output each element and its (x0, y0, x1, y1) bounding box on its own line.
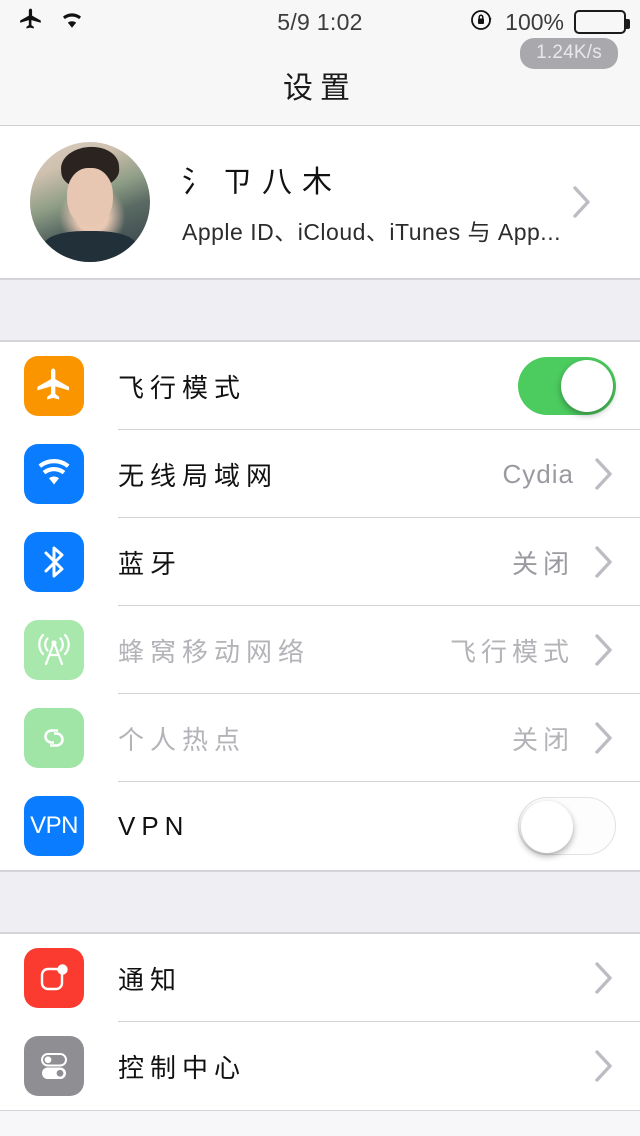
system-section: 通知 控制中心 (0, 933, 640, 1111)
hotspot-icon (24, 708, 84, 768)
wifi-icon (24, 444, 84, 504)
hotspot-label: 个人热点 (118, 724, 247, 755)
profile-subtitle: Apple ID、iCloud、iTunes 与 App... (182, 219, 561, 245)
status-bar: 5/9 1:02 100% 1.24K/s (0, 0, 640, 69)
chevron-right-icon (586, 961, 622, 995)
control_center-label: 控制中心 (118, 1052, 247, 1083)
chevron-right-icon (586, 1049, 622, 1083)
vpn-icon: VPN (24, 796, 84, 856)
settings-row-bluetooth[interactable]: 蓝牙 关闭 (0, 518, 640, 606)
page-title: 设置 (283, 71, 357, 105)
wifi-label: 无线局域网 (118, 460, 279, 491)
bluetooth-label: 蓝牙 (118, 548, 183, 579)
notifications-icon (24, 948, 84, 1008)
airplane-icon (24, 356, 84, 416)
settings-row-vpn[interactable]: VPN VPN (0, 782, 640, 870)
settings-row-airplane_mode[interactable]: 飞行模式 (0, 342, 640, 430)
notifications-label: 通知 (118, 964, 183, 995)
settings-row-hotspot[interactable]: 个人热点 关闭 (0, 694, 640, 782)
settings-row-cellular[interactable]: 蜂窝移动网络 飞行模式 (0, 606, 640, 694)
cellular-icon (24, 620, 84, 680)
chevron-right-icon (586, 721, 622, 755)
settings-row-control_center[interactable]: 控制中心 (0, 1022, 640, 1110)
battery-percent: 100% (505, 8, 564, 35)
chevron-right-icon (564, 185, 600, 219)
chevron-right-icon (586, 633, 622, 667)
profile-name: 氵ㄗ八木 (182, 166, 342, 199)
vpn-toggle[interactable] (518, 797, 616, 855)
bluetooth-icon (24, 532, 84, 592)
cellular-value: 飞行模式 (449, 636, 574, 667)
vpn-label: VPN (118, 810, 190, 841)
apple-id-row[interactable]: 氵ㄗ八木 Apple ID、iCloud、iTunes 与 App... (0, 126, 640, 278)
profile-section: 氵ㄗ八木 Apple ID、iCloud、iTunes 与 App... (0, 126, 640, 279)
user-avatar (30, 142, 150, 262)
settings-row-wifi[interactable]: 无线局域网 Cydia (0, 430, 640, 518)
rotation-lock-icon (469, 7, 495, 38)
control-center-icon (24, 1036, 84, 1096)
section-gap-2 (0, 871, 640, 933)
airplane_mode-label: 飞行模式 (118, 372, 247, 403)
battery-full-icon (574, 10, 630, 34)
airplane_mode-toggle[interactable] (518, 357, 616, 415)
network-speed-badge: 1.24K/s (520, 38, 618, 69)
chevron-right-icon (586, 545, 622, 579)
chevron-right-icon (586, 457, 622, 491)
settings-row-notifications[interactable]: 通知 (0, 934, 640, 1022)
bluetooth-value: 关闭 (511, 548, 574, 579)
section-gap-1 (0, 279, 640, 341)
wifi-value: Cydia (502, 458, 574, 489)
cellular-label: 蜂窝移动网络 (118, 636, 311, 667)
settings-screen: 5/9 1:02 100% 1.24K/s 设置 氵ㄗ八木 Apple ID、i… (0, 0, 640, 1136)
connectivity-section: 飞行模式 无线局域网 Cydia 蓝牙 关闭 蜂窝移动网络 飞行模式 个人热点 … (0, 341, 640, 871)
hotspot-value: 关闭 (511, 724, 574, 755)
